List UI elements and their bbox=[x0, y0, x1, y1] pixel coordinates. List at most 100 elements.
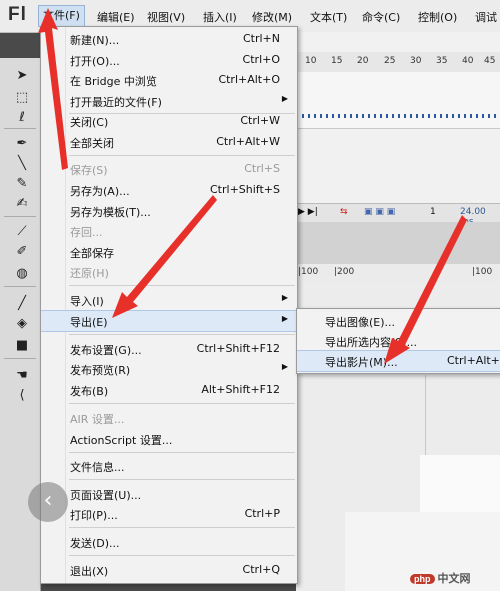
menu-separator bbox=[69, 285, 295, 286]
submenu-arrow-icon: ▶ bbox=[281, 362, 288, 371]
menu-item-export-selection[interactable]: 导出所选内容(S)... bbox=[297, 331, 500, 351]
menu-item-label: 导出(E) bbox=[70, 316, 108, 329]
menu-separator bbox=[69, 479, 295, 480]
submenu-arrow-icon: ▶ bbox=[281, 314, 288, 323]
menu-item-label: 导出图像(E)... bbox=[325, 316, 396, 329]
menu-item-save-as-template[interactable]: 另存为模板(T)... bbox=[41, 201, 297, 221]
toolbox-divider bbox=[4, 358, 36, 359]
timeline-frames[interactable] bbox=[296, 114, 500, 118]
onion-skin-icon[interactable]: ▣ ▣ ▣ bbox=[364, 207, 395, 217]
back-button[interactable]: ‹ bbox=[28, 482, 68, 522]
menu-item-label: 全部关闭 bbox=[70, 137, 114, 150]
snap-tool-icon[interactable]: ⟨ bbox=[13, 386, 31, 404]
menu-item-revert: 还原(H) bbox=[41, 262, 297, 282]
menu-item-print[interactable]: 打印(P)... Ctrl+P bbox=[41, 504, 297, 524]
menu-item-publish[interactable]: 发布(B) Alt+Shift+F12 bbox=[41, 380, 297, 400]
line-tool-icon[interactable]: ╲ bbox=[13, 154, 31, 172]
menu-item-label: 打开(O)... bbox=[70, 55, 120, 68]
menu-item-label: 另存为(A)... bbox=[70, 185, 130, 198]
menu-item-publish-settings[interactable]: 发布设置(G)... Ctrl+Shift+F12 bbox=[41, 339, 297, 359]
menu-item-actionscript-settings[interactable]: ActionScript 设置... bbox=[41, 429, 297, 449]
menu-separator bbox=[69, 403, 295, 404]
menu-separator bbox=[69, 155, 295, 156]
toolbox-divider bbox=[4, 216, 36, 217]
menu-item-close-all[interactable]: 全部关闭 Ctrl+Alt+W bbox=[41, 132, 297, 152]
menu-item-browse-bridge[interactable]: 在 Bridge 中浏览 Ctrl+Alt+O bbox=[41, 70, 297, 90]
ruler-tick: 45 bbox=[484, 56, 496, 66]
bone-tool-icon[interactable]: ⟋ bbox=[13, 222, 31, 240]
pen-tool-icon[interactable]: ✒ bbox=[13, 134, 31, 152]
subselection-tool-icon[interactable]: ⬚ bbox=[13, 88, 31, 106]
eraser-tool-icon[interactable]: ◍ bbox=[13, 264, 31, 282]
menu-item-label: 全部保存 bbox=[70, 247, 114, 260]
menu-item-shortcut: Ctrl+P bbox=[244, 507, 280, 520]
menu-item-exit[interactable]: 退出(X) Ctrl+Q bbox=[41, 560, 297, 580]
menu-item-publish-preview[interactable]: 发布预览(R) ▶ bbox=[41, 359, 297, 379]
menu-item-export-image[interactable]: 导出图像(E)... bbox=[297, 311, 500, 331]
menu-file[interactable]: 文件(F) bbox=[38, 5, 85, 27]
menu-item-label: AIR 设置... bbox=[70, 413, 125, 426]
menu-item-shortcut: Ctrl+O bbox=[242, 53, 280, 66]
fill-color-icon[interactable]: ◈ bbox=[13, 314, 31, 332]
menu-view[interactable]: 视图(V) bbox=[147, 9, 185, 25]
loop-icon[interactable]: ⇆ bbox=[340, 207, 348, 217]
menu-item-new[interactable]: 新建(N)... Ctrl+N bbox=[41, 29, 297, 49]
menu-item-label: 发布设置(G)... bbox=[70, 344, 142, 357]
menu-item-open[interactable]: 打开(O)... Ctrl+O bbox=[41, 50, 297, 70]
stroke-color-icon[interactable]: ╱ bbox=[13, 294, 31, 312]
menu-item-shortcut: Ctrl+W bbox=[240, 114, 280, 127]
menu-item-label: 页面设置(U)... bbox=[70, 489, 142, 502]
swap-colors-icon[interactable]: ■ bbox=[13, 336, 31, 354]
export-submenu: 导出图像(E)... 导出所选内容(S)... 导出影片(M)... Ctrl+A… bbox=[296, 308, 500, 374]
ruler-tick: 10 bbox=[305, 56, 317, 66]
menu-item-label: 发布预览(R) bbox=[70, 364, 131, 377]
watermark-logo: php 中文网 bbox=[410, 570, 471, 586]
hand-tool-icon[interactable]: ☚ bbox=[13, 366, 31, 384]
menu-item-close[interactable]: 关闭(C) Ctrl+W bbox=[41, 111, 297, 131]
menu-control[interactable]: 控制(O) bbox=[418, 9, 457, 25]
menu-item-save-all[interactable]: 全部保存 bbox=[41, 242, 297, 262]
eyedropper-tool-icon[interactable]: ✐ bbox=[13, 242, 31, 260]
menu-debug[interactable]: 调试 bbox=[475, 9, 497, 25]
menu-text[interactable]: 文本(T) bbox=[310, 9, 347, 25]
pencil-tool-icon[interactable]: ✎ bbox=[13, 174, 31, 192]
menu-item-check-in: 存回... bbox=[41, 221, 297, 241]
menu-item-label: 还原(H) bbox=[70, 267, 109, 280]
menu-edit[interactable]: 编辑(E) bbox=[97, 9, 135, 25]
menu-separator bbox=[69, 527, 295, 528]
ruler-tick: 30 bbox=[410, 56, 422, 66]
menu-separator bbox=[69, 452, 295, 453]
play-icon[interactable]: ▶ ▶| bbox=[298, 207, 318, 217]
menu-item-page-setup[interactable]: 页面设置(U)... bbox=[41, 484, 297, 504]
menu-item-label: 另存为模板(T)... bbox=[70, 206, 151, 219]
timeline-layers[interactable] bbox=[296, 72, 500, 129]
menu-item-open-recent[interactable]: 打开最近的文件(F) ▶ bbox=[41, 91, 297, 111]
stage-header bbox=[296, 222, 500, 264]
menu-item-file-info[interactable]: 文件信息... bbox=[41, 456, 297, 476]
ruler-tick: 35 bbox=[436, 56, 448, 66]
menu-modify[interactable]: 修改(M) bbox=[252, 9, 292, 25]
menu-item-save-as[interactable]: 另存为(A)... Ctrl+Shift+S bbox=[41, 180, 297, 200]
menu-item-label: ActionScript 设置... bbox=[70, 434, 173, 447]
ruler-tick: |100 bbox=[298, 267, 319, 277]
brush-tool-icon[interactable]: ✍ bbox=[13, 194, 31, 212]
menu-item-label: 打开最近的文件(F) bbox=[70, 96, 162, 109]
menu-item-shortcut: Ctrl+Alt+O bbox=[218, 73, 280, 86]
file-menu: 新建(N)... Ctrl+N 打开(O)... Ctrl+O 在 Bridge 中… bbox=[40, 26, 298, 584]
menu-insert[interactable]: 插入(I) bbox=[203, 9, 237, 25]
menu-item-shortcut: Ctrl+Shift+F12 bbox=[196, 342, 280, 355]
menu-item-shortcut: Ctrl+N bbox=[242, 32, 280, 45]
menu-item-shortcut: Alt+Shift+F12 bbox=[201, 383, 280, 396]
menu-item-send[interactable]: 发送(D)... bbox=[41, 532, 297, 552]
selection-tool-icon[interactable]: ➤ bbox=[13, 66, 31, 84]
submenu-arrow-icon: ▶ bbox=[281, 94, 288, 103]
menu-item-import[interactable]: 导入(I) ▶ bbox=[41, 290, 297, 310]
menu-command[interactable]: 命令(C) bbox=[362, 9, 400, 25]
toolbox-divider bbox=[4, 286, 36, 287]
ruler-tick: 15 bbox=[331, 56, 343, 66]
menu-item-label: 文件信息... bbox=[70, 461, 125, 474]
menu-item-label: 打印(P)... bbox=[70, 509, 118, 522]
menu-item-export-movie[interactable]: 导出影片(M)... Ctrl+Alt+S bbox=[297, 350, 500, 372]
lasso-tool-icon[interactable]: ℓ bbox=[13, 108, 31, 126]
menu-item-export[interactable]: 导出(E) ▶ bbox=[41, 310, 297, 332]
